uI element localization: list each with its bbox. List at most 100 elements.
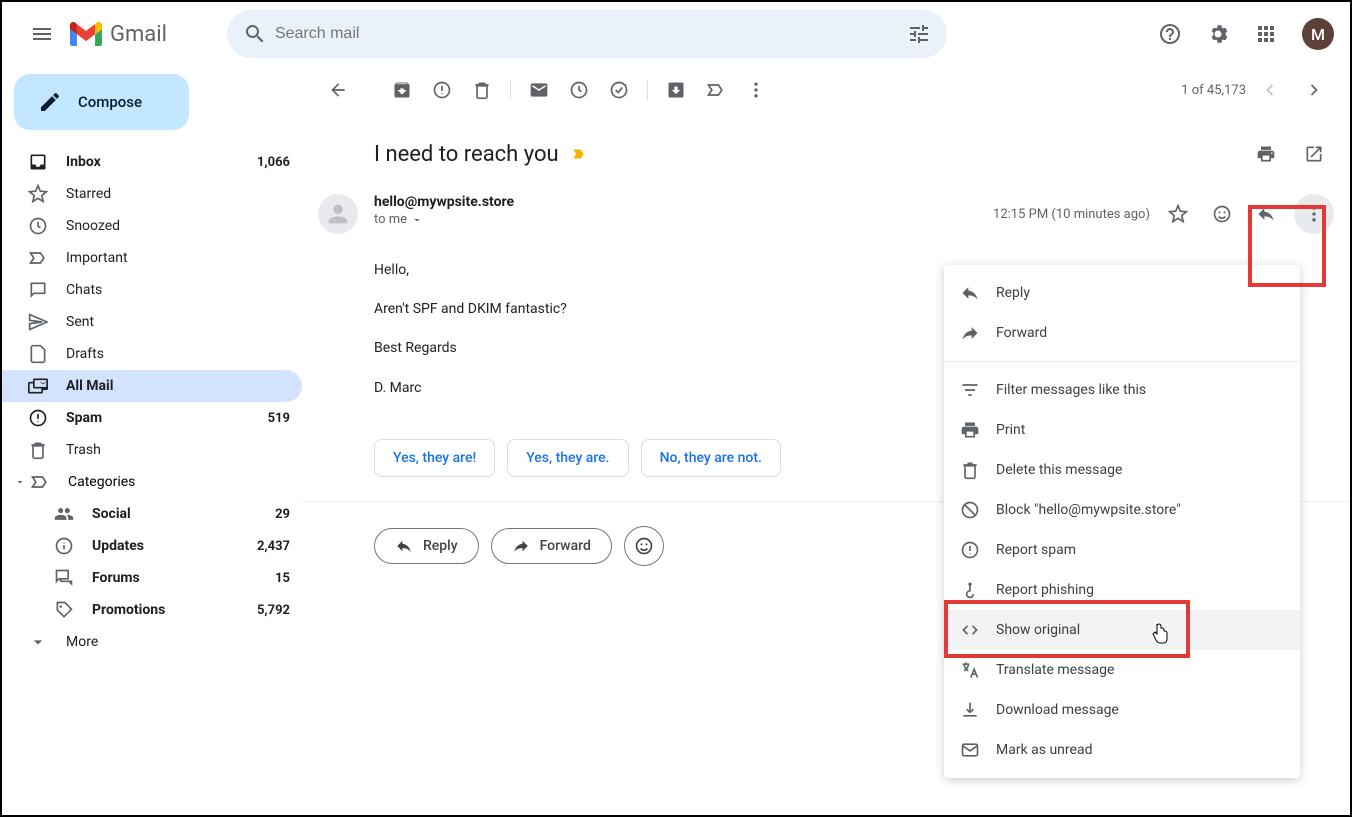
gmail-logo[interactable]: Gmail: [70, 22, 167, 47]
nav-sent[interactable]: Sent: [2, 306, 302, 338]
emoji-react-button[interactable]: [624, 526, 664, 566]
nav-inbox[interactable]: Inbox 1,066: [2, 146, 302, 178]
nav-label: Inbox: [66, 154, 257, 170]
reply-icon: [960, 283, 980, 303]
code-icon: [960, 620, 980, 640]
message-header: hello@mywpsite.store to me 12:15 PM (10 …: [302, 182, 1350, 242]
menu-report-phishing[interactable]: Report phishing: [944, 570, 1300, 610]
labels-button[interactable]: [696, 70, 736, 110]
menu-show-original[interactable]: Show original: [944, 610, 1300, 650]
menu-forward[interactable]: Forward: [944, 313, 1300, 353]
recipient[interactable]: to me: [374, 212, 993, 227]
compose-button[interactable]: Compose: [14, 74, 189, 130]
nav-drafts[interactable]: Drafts: [2, 338, 302, 370]
separator: [510, 80, 511, 100]
smart-reply-3[interactable]: No, they are not.: [641, 439, 781, 477]
main-menu-button[interactable]: [18, 10, 66, 58]
settings-icon[interactable]: [1198, 14, 1238, 54]
block-icon: [960, 500, 980, 520]
forward-icon: [512, 537, 530, 555]
apps-icon[interactable]: [1246, 14, 1286, 54]
trash-icon: [28, 440, 48, 460]
support-icon[interactable]: [1150, 14, 1190, 54]
chat-icon: [28, 280, 48, 300]
message-toolbar: 1 of 45,173: [302, 66, 1350, 114]
delete-button[interactable]: [462, 70, 502, 110]
person-icon: [324, 200, 352, 228]
snooze-button[interactable]: [559, 70, 599, 110]
menu-filter[interactable]: Filter messages like this: [944, 370, 1300, 410]
reply-pill[interactable]: Reply: [374, 528, 479, 564]
nav-updates[interactable]: Updates 2,437: [44, 530, 302, 562]
app-name: Gmail: [110, 22, 167, 47]
menu-download[interactable]: Download message: [944, 690, 1300, 730]
pencil-icon: [38, 90, 62, 114]
older-button[interactable]: [1294, 70, 1334, 110]
add-to-tasks-button[interactable]: [599, 70, 639, 110]
account-avatar[interactable]: M: [1302, 18, 1334, 50]
search-icon[interactable]: [235, 14, 275, 54]
nav-social[interactable]: Social 29: [44, 498, 302, 530]
nav-important[interactable]: Important: [2, 242, 302, 274]
gmail-icon: [70, 22, 102, 46]
nav-count: 1,066: [257, 155, 290, 170]
nav-trash[interactable]: Trash: [2, 434, 302, 466]
menu-print[interactable]: Print: [944, 410, 1300, 450]
header-right: M: [1090, 14, 1334, 54]
menu-reply[interactable]: Reply: [944, 273, 1300, 313]
emoji-icon: [634, 536, 654, 556]
nav-snoozed[interactable]: Snoozed: [2, 210, 302, 242]
nav-more[interactable]: More: [2, 626, 302, 658]
newer-button[interactable]: [1250, 70, 1290, 110]
back-button[interactable]: [318, 70, 358, 110]
reply-button[interactable]: [1250, 198, 1282, 230]
nav-forums[interactable]: Forums 15: [44, 562, 302, 594]
message-more-button[interactable]: [1294, 194, 1334, 234]
translate-icon: [960, 660, 980, 680]
separator: [647, 80, 648, 100]
nav-promotions[interactable]: Promotions 5,792: [44, 594, 302, 626]
menu-mark-unread[interactable]: Mark as unread: [944, 730, 1300, 770]
smart-reply-2[interactable]: Yes, they are.: [507, 439, 628, 477]
move-to-button[interactable]: [656, 70, 696, 110]
label-icon: [30, 472, 50, 492]
nav-starred[interactable]: Starred: [2, 178, 302, 210]
nav-categories[interactable]: Categories: [2, 466, 302, 498]
header: Gmail M: [2, 2, 1350, 66]
menu-delete[interactable]: Delete this message: [944, 450, 1300, 490]
nav-allmail[interactable]: All Mail: [2, 370, 302, 402]
reply-icon: [395, 537, 413, 555]
filter-icon: [960, 380, 980, 400]
search-input[interactable]: [275, 25, 899, 43]
more-button[interactable]: [736, 70, 776, 110]
mark-unread-button[interactable]: [519, 70, 559, 110]
print-button[interactable]: [1246, 134, 1286, 174]
chevron-down-icon: [10, 476, 30, 488]
react-button[interactable]: [1206, 198, 1238, 230]
forum-icon: [54, 568, 74, 588]
allmail-icon: [28, 376, 48, 396]
report-spam-button[interactable]: [422, 70, 462, 110]
search-bar[interactable]: [227, 10, 947, 58]
menu-block[interactable]: Block "hello@mywpsite.store": [944, 490, 1300, 530]
menu-translate[interactable]: Translate message: [944, 650, 1300, 690]
sender-avatar[interactable]: [318, 194, 358, 234]
phishing-icon: [960, 580, 980, 600]
inbox-icon: [28, 152, 48, 172]
important-marker-icon[interactable]: [571, 145, 589, 163]
archive-button[interactable]: [382, 70, 422, 110]
menu-report-spam[interactable]: Report spam: [944, 530, 1300, 570]
spam-icon: [960, 540, 980, 560]
star-button[interactable]: [1162, 198, 1194, 230]
sender-email: hello@mywpsite.store: [374, 194, 993, 210]
subject-text: I need to reach you: [374, 142, 559, 167]
subject-row: I need to reach you: [302, 114, 1350, 182]
people-icon: [54, 504, 74, 524]
nav-spam[interactable]: Spam 519: [2, 402, 302, 434]
search-options-icon[interactable]: [899, 14, 939, 54]
smart-reply-1[interactable]: Yes, they are!: [374, 439, 495, 477]
draft-icon: [28, 344, 48, 364]
forward-pill[interactable]: Forward: [491, 528, 612, 564]
new-window-button[interactable]: [1294, 134, 1334, 174]
nav-chats[interactable]: Chats: [2, 274, 302, 306]
